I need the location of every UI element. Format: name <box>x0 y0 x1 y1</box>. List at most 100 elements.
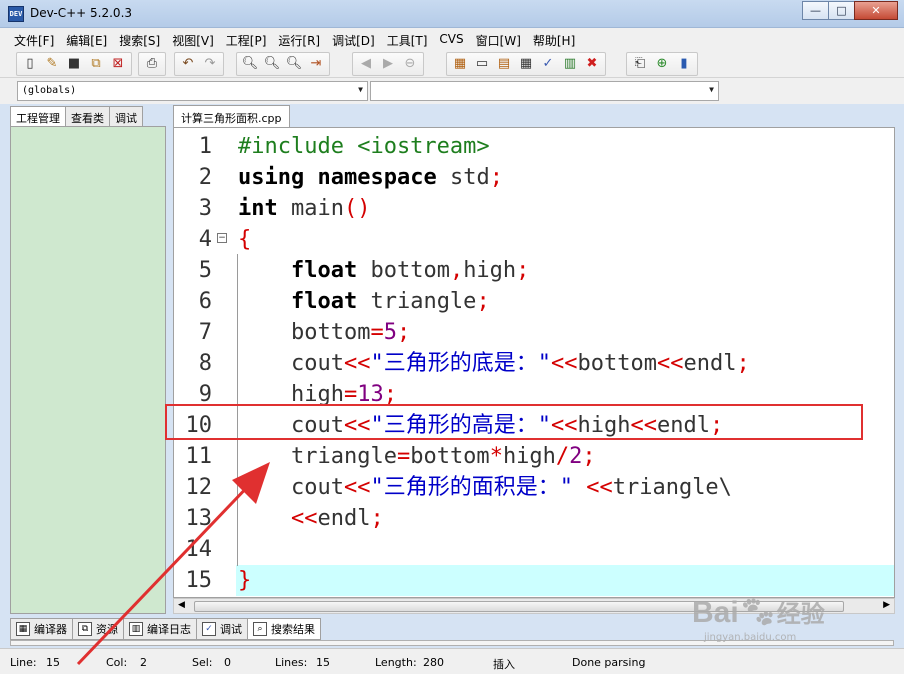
undo-icon[interactable]: ↶ <box>178 54 198 74</box>
find-next-icon[interactable]: 🔍︎ <box>284 54 304 74</box>
code-line[interactable]: 11 triangle=bottom*high/2; <box>174 441 894 472</box>
line-number: 2 <box>198 165 212 190</box>
menu-view[interactable]: 视图[V] <box>166 28 220 50</box>
minimize-button[interactable]: — <box>802 1 829 20</box>
rebuild-icon[interactable]: ▦ <box>516 54 536 74</box>
app-icon: DEV <box>8 6 24 22</box>
status-lines: 15 <box>316 656 330 669</box>
code-line[interactable]: 12 cout<<"三角形的面积是：" <<triangle\ <box>174 472 894 503</box>
left-panel-tabs: 工程管理 查看类 调试 <box>10 106 143 127</box>
watermark-site: jingyan.baidu.com <box>704 632 797 643</box>
tab-search-results[interactable]: ⌕ 搜索结果 <box>247 618 321 640</box>
code-line[interactable]: 5 float bottom,high; <box>174 255 894 286</box>
save-icon[interactable]: ■ <box>64 54 84 74</box>
find-icon[interactable]: 🔍︎ <box>240 54 260 74</box>
paw-icon: 🐾︎ <box>738 596 777 629</box>
tab-debug[interactable]: 调试 <box>109 106 143 126</box>
code-text: using namespace std; <box>238 165 503 190</box>
maximize-button[interactable]: □ <box>828 1 855 20</box>
debug-check-icon: ✓ <box>202 622 216 636</box>
tab-compiler[interactable]: ▦ 编译器 <box>10 618 73 640</box>
save-all-icon[interactable]: ⧉ <box>86 54 106 74</box>
toolbar: ▯ ✎ ■ ⧉ ⊠ ⎙ ↶ ↷ 🔍︎ 🔍︎ 🔍︎ ⇥ ◀ ▶ ⊖ ▦ ▭ ▤ ▦… <box>0 50 904 78</box>
menu-run[interactable]: 运行[R] <box>272 28 326 50</box>
code-line[interactable]: 1 #include <iostream> <box>174 131 894 162</box>
new-project-icon[interactable]: ⎗ <box>630 54 650 74</box>
close-file-icon[interactable]: ⊠ <box>108 54 128 74</box>
menu-debug[interactable]: 调试[D] <box>326 28 381 50</box>
code-text: float triangle; <box>290 289 490 314</box>
toggle-bookmark-icon[interactable]: ⊖ <box>400 54 420 74</box>
status-sel-label: Sel: <box>192 656 213 669</box>
menu-help[interactable]: 帮助[H] <box>527 28 581 50</box>
code-text: cout<<"三角形的面积是：" <<triangle\ <box>238 475 732 500</box>
code-line[interactable]: 15} <box>174 565 894 596</box>
code-text: triangle=bottom*high/2; <box>238 444 596 469</box>
print-icon[interactable]: ⎙ <box>142 54 162 74</box>
menu-cvs[interactable]: CVS <box>433 28 469 50</box>
tab-resources-label: 资源 <box>96 623 118 636</box>
menu-edit[interactable]: 编辑[E] <box>60 28 113 50</box>
code-line[interactable]: 14 <box>174 534 894 565</box>
project-options-icon[interactable]: ▮ <box>674 54 694 74</box>
scroll-left-icon[interactable]: ◀ <box>178 600 185 610</box>
replace-icon[interactable]: 🔍︎ <box>262 54 282 74</box>
member-select[interactable]: ▼ <box>370 81 719 101</box>
open-file-icon[interactable]: ✎ <box>42 54 62 74</box>
watermark-brand-cn: 经验 <box>776 601 825 628</box>
tab-debug-output[interactable]: ✓ 调试 <box>196 618 248 640</box>
scope-select[interactable]: (globals) ▼ <box>17 81 368 101</box>
tab-compile-log[interactable]: ▥ 编译日志 <box>123 618 197 640</box>
code-line[interactable]: 7 bottom=5; <box>174 317 894 348</box>
status-sel: 0 <box>224 656 231 669</box>
menu-bar: 文件[F] 编辑[E] 搜索[S] 视图[V] 工程[P] 运行[R] 调试[D… <box>0 28 904 50</box>
code-text: #include <iostream> <box>238 134 490 159</box>
bottom-panel-tabs: ▦ 编译器 ⧉ 资源 ▥ 编译日志 ✓ 调试 ⌕ 搜索结果 <box>10 618 321 640</box>
menu-file[interactable]: 文件[F] <box>8 28 60 50</box>
compile-icon[interactable]: ▦ <box>450 54 470 74</box>
menu-window[interactable]: 窗口[W] <box>470 28 527 50</box>
code-text: { <box>238 227 252 252</box>
bookmark-prev-icon[interactable]: ◀ <box>356 54 376 74</box>
scroll-right-icon[interactable]: ▶ <box>883 600 890 610</box>
status-col-label: Col: <box>106 656 128 669</box>
code-line[interactable]: 3 int main() <box>174 193 894 224</box>
tab-search-results-label: 搜索结果 <box>271 623 315 636</box>
stop-icon[interactable]: ✖ <box>582 54 602 74</box>
menu-tools[interactable]: 工具[T] <box>381 28 434 50</box>
compile-run-icon[interactable]: ▤ <box>494 54 514 74</box>
code-line[interactable]: 8 cout<<"三角形的底是："<<bottom<<endl; <box>174 348 894 379</box>
status-length: 280 <box>423 656 444 669</box>
menu-search[interactable]: 搜索[S] <box>113 28 166 50</box>
goto-line-icon[interactable]: ⇥ <box>306 54 326 74</box>
code-line[interactable]: 13 <<endl; <box>174 503 894 534</box>
profile-icon[interactable]: ▥ <box>560 54 580 74</box>
status-col: 2 <box>140 656 147 669</box>
tab-resources[interactable]: ⧉ 资源 <box>72 618 124 640</box>
code-text: float bottom,high; <box>290 258 530 283</box>
line-number: 4 <box>198 227 212 252</box>
chevron-down-icon: ▼ <box>358 85 363 94</box>
code-editor[interactable]: − 1 #include <iostream> 2 using namespace s… <box>173 127 895 598</box>
menu-project[interactable]: 工程[P] <box>220 28 273 50</box>
tab-project[interactable]: 工程管理 <box>10 106 66 127</box>
line-number: 5 <box>198 258 212 283</box>
line-number: 3 <box>198 196 212 221</box>
check-syntax-icon[interactable]: ✓ <box>538 54 558 74</box>
compiler-icon: ▦ <box>16 622 30 636</box>
line-number: 14 <box>185 537 213 562</box>
new-file-icon[interactable]: ▯ <box>20 54 40 74</box>
redo-icon[interactable]: ↷ <box>200 54 220 74</box>
close-button[interactable]: ✕ <box>854 1 898 20</box>
status-insert-mode: 插入 <box>493 658 515 671</box>
run-icon[interactable]: ▭ <box>472 54 492 74</box>
project-panel[interactable] <box>10 126 166 614</box>
code-line[interactable]: 6 float triangle; <box>174 286 894 317</box>
code-line[interactable]: 2 using namespace std; <box>174 162 894 193</box>
bookmark-next-icon[interactable]: ▶ <box>378 54 398 74</box>
code-line[interactable]: 4{ <box>174 224 894 255</box>
code-text: int main() <box>238 196 371 221</box>
editor-file-tab[interactable]: 计算三角形面积.cpp <box>173 105 290 127</box>
tab-classes[interactable]: 查看类 <box>65 106 110 126</box>
add-to-project-icon[interactable]: ⊕ <box>652 54 672 74</box>
